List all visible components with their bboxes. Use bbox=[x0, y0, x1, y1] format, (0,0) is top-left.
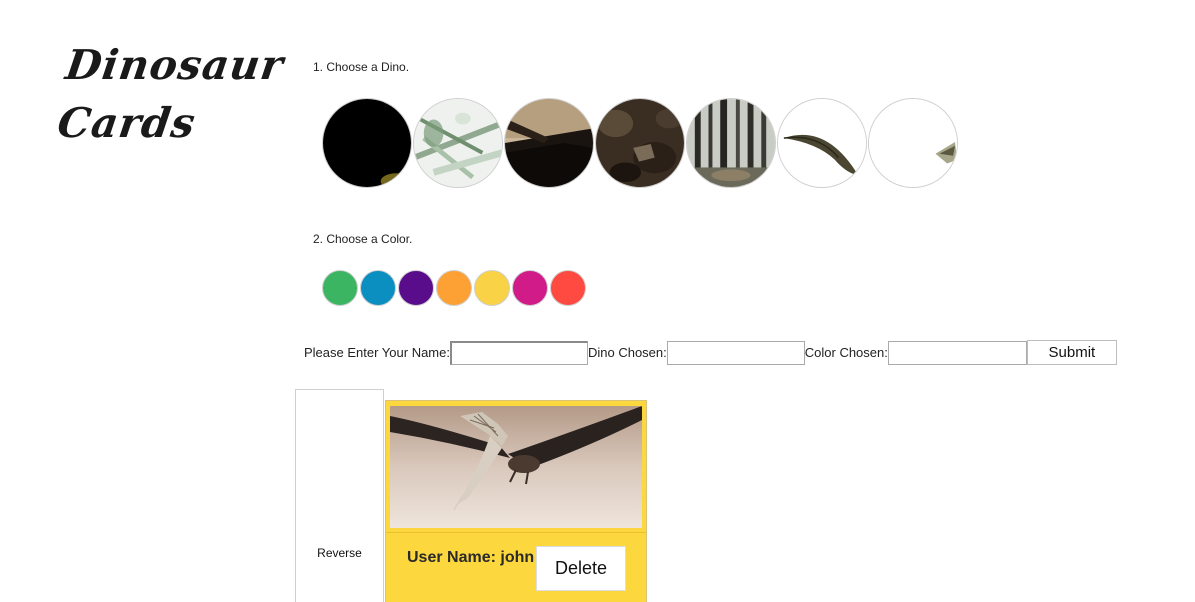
color-swatch-yellow[interactable] bbox=[474, 270, 510, 306]
name-label: Please Enter Your Name: bbox=[304, 345, 450, 360]
dino-option-4[interactable] bbox=[595, 98, 685, 188]
card-image bbox=[390, 406, 642, 528]
card-form: Please Enter Your Name: Dino Chosen: Col… bbox=[304, 340, 1117, 365]
dino-option-1[interactable] bbox=[322, 98, 412, 188]
card-divider bbox=[386, 532, 646, 533]
color-swatch-red[interactable] bbox=[550, 270, 586, 306]
dino-option-6[interactable] bbox=[777, 98, 867, 188]
submit-button[interactable]: Submit bbox=[1026, 340, 1117, 365]
forest-dinosaur-thumbnail bbox=[687, 99, 775, 187]
beak-dinosaur-thumbnail bbox=[778, 99, 866, 187]
wing-dinosaur-thumbnail bbox=[505, 99, 593, 187]
reverse-button[interactable]: Reverse bbox=[295, 389, 384, 602]
page: Dinosaur Cards 1. Choose a Dino. 2. Choo… bbox=[0, 0, 1195, 602]
color-swatch-blue[interactable] bbox=[360, 270, 396, 306]
color-swatch-green[interactable] bbox=[322, 270, 358, 306]
logo-line-2: Cards bbox=[54, 99, 199, 147]
dino-option-3[interactable] bbox=[504, 98, 594, 188]
dino-chosen-label: Dino Chosen: bbox=[587, 345, 667, 360]
dark-dinosaur-thumbnail bbox=[323, 99, 411, 187]
beak-tip-dinosaur-thumbnail bbox=[869, 99, 957, 187]
dino-chosen-input[interactable] bbox=[666, 340, 805, 365]
pterodactyl-photo bbox=[390, 406, 642, 528]
delete-button[interactable]: Delete bbox=[536, 546, 626, 591]
choose-color-label: 2. Choose a Color. bbox=[313, 232, 413, 246]
color-chosen-input[interactable] bbox=[887, 340, 1027, 365]
fern-dinosaur-thumbnail bbox=[414, 99, 502, 187]
card-user-name: User Name: john bbox=[407, 549, 535, 566]
color-swatch-magenta[interactable] bbox=[512, 270, 548, 306]
dino-option-2[interactable] bbox=[413, 98, 503, 188]
reverse-label: Reverse bbox=[317, 546, 362, 560]
name-input[interactable] bbox=[449, 340, 588, 365]
choose-dino-label: 1. Choose a Dino. bbox=[313, 60, 410, 74]
color-swatch-orange[interactable] bbox=[436, 270, 472, 306]
color-swatch-purple[interactable] bbox=[398, 270, 434, 306]
dino-option-5[interactable] bbox=[686, 98, 776, 188]
color-chosen-label: Color Chosen: bbox=[804, 345, 888, 360]
logo-line-1: Dinosaur bbox=[62, 41, 287, 89]
site-logo: Dinosaur Cards bbox=[54, 36, 287, 152]
color-picker bbox=[322, 270, 588, 306]
dino-option-7[interactable] bbox=[868, 98, 958, 188]
dino-card: User Name: john Delete bbox=[385, 400, 647, 602]
rock-dinosaur-thumbnail bbox=[596, 99, 684, 187]
dino-picker bbox=[322, 98, 959, 188]
